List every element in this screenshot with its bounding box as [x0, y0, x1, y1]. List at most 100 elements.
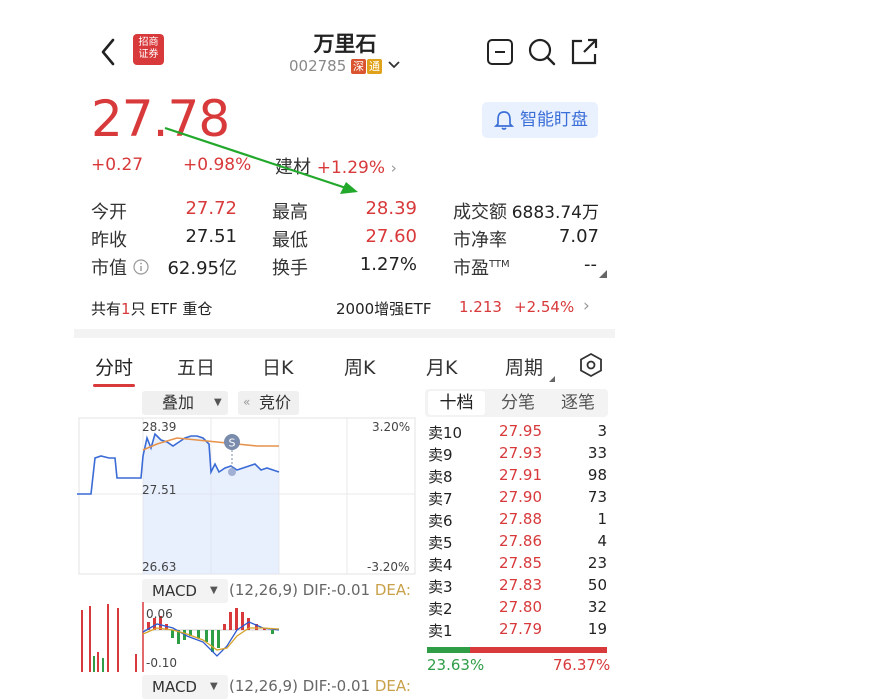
- macd-dropdown-secondary[interactable]: MACD ▼: [142, 675, 228, 699]
- share-icon: [571, 38, 598, 65]
- stock-title: 万里石: [313, 32, 377, 56]
- row-label: 卖4: [428, 556, 453, 574]
- auction-label: 竞价: [259, 393, 292, 412]
- etf-price: 1.213: [459, 298, 502, 316]
- chevron-down-icon: [388, 61, 400, 69]
- row-volume: 23: [587, 554, 607, 572]
- broker-logo-text: 招商证券: [138, 37, 159, 60]
- macd-bot-label: -0.10: [146, 656, 178, 670]
- chart-high-label: 28.39: [142, 420, 177, 434]
- row-label: 卖9: [428, 446, 453, 464]
- orderbook-row[interactable]: 卖8 27.91 98: [428, 466, 608, 487]
- tab-ten-levels-label: 十档: [439, 393, 474, 413]
- intraday-chart[interactable]: S: [77, 416, 417, 576]
- chart-settings-button[interactable]: [579, 352, 603, 382]
- turnover-rate-value: 1.27%: [359, 254, 417, 275]
- macd-dea: DEA:: [374, 677, 411, 695]
- etf-pct: +2.54%: [514, 298, 575, 316]
- etf-name: 2000增强ETF: [336, 300, 432, 318]
- tab-intraday[interactable]: 分时: [95, 353, 133, 380]
- tab-five-day[interactable]: 五日: [177, 353, 215, 380]
- volume-bars: [81, 604, 137, 672]
- pe-label: 市盈TTM: [453, 254, 510, 280]
- row-price: 27.88: [499, 510, 542, 528]
- tab-tick[interactable]: 分笔: [493, 391, 543, 415]
- market-cap-label-text: 市值: [91, 258, 127, 279]
- tab-period[interactable]: 周期: [505, 353, 543, 380]
- chart-low-label: 26.63: [142, 560, 177, 574]
- hexagon-settings-icon: [580, 352, 602, 378]
- row-label: 卖1: [428, 622, 453, 640]
- search-button[interactable]: [527, 37, 557, 71]
- connect-badge: 通: [367, 59, 383, 74]
- orderbook-row[interactable]: 卖5 27.86 4: [428, 532, 608, 553]
- orderbook-row[interactable]: 卖3 27.83 50: [428, 576, 608, 597]
- orderbook-row[interactable]: 卖6 27.88 1: [428, 510, 608, 531]
- chevron-right-icon: ›: [583, 296, 590, 316]
- overlay-dropdown[interactable]: 叠加 ▼: [142, 391, 228, 415]
- minus-box-icon: [487, 39, 513, 65]
- macd-params: (12,26,9): [229, 581, 298, 599]
- orderbook-tabs: 十档 分笔 逐笔: [425, 389, 608, 417]
- row-price: 27.85: [499, 554, 542, 572]
- auction-toggle[interactable]: « 竞价: [238, 391, 299, 415]
- tab-each-trade[interactable]: 逐笔: [553, 391, 603, 415]
- chart-pct-top-label: 3.20%: [372, 420, 411, 434]
- etf-holding-row[interactable]: 共有1只 ETF 重仓 2000增强ETF 1.213 +2.54% ›: [91, 296, 601, 320]
- row-price: 27.90: [499, 488, 542, 506]
- row-label: 卖2: [428, 600, 453, 618]
- macd-chart: [81, 602, 280, 672]
- sell-ratio-label: 76.37%: [553, 656, 611, 674]
- row-volume: 4: [597, 532, 607, 550]
- turnover-amount-value: 6883.74万: [511, 203, 599, 223]
- macd-dif: DIF:-0.01: [302, 581, 371, 599]
- row-price: 27.86: [499, 532, 542, 550]
- market-cap-value: 62.95亿: [167, 258, 237, 279]
- tab-weekly-k[interactable]: 周K: [344, 353, 375, 380]
- overlay-label: 叠加: [162, 393, 195, 412]
- smart-watch-button[interactable]: 智能盯盘: [482, 102, 598, 138]
- macd-top-label: 0.06: [146, 607, 173, 621]
- orderbook-row[interactable]: 卖7 27.90 73: [428, 488, 608, 509]
- orderbook-row[interactable]: 卖9 27.93 33: [428, 444, 608, 465]
- turnover-rate-label: 换手: [272, 258, 308, 279]
- tab-daily-k[interactable]: 日K: [262, 353, 293, 380]
- pe-value: --: [584, 254, 597, 275]
- market-cap-label[interactable]: 市值: [91, 254, 149, 280]
- back-button[interactable]: [96, 36, 120, 68]
- row-volume: 3: [597, 422, 607, 440]
- row-price: 27.80: [499, 598, 542, 616]
- share-button[interactable]: [569, 37, 599, 71]
- tab-ten-levels[interactable]: 十档: [428, 391, 485, 415]
- orderbook-row[interactable]: 卖2 27.80 32: [428, 598, 608, 619]
- macd-dif: DIF:-0.01: [302, 677, 371, 695]
- row-price: 27.83: [499, 576, 542, 594]
- search-icon: [528, 38, 556, 66]
- chart-mid-label: 27.51: [142, 483, 177, 497]
- orderbook-row[interactable]: 卖4 27.85 23: [428, 554, 608, 575]
- macd-dea: DEA:: [374, 581, 411, 599]
- row-label: 卖10: [428, 424, 463, 442]
- orderbook-row[interactable]: 卖1 27.79 19: [428, 620, 608, 641]
- chevron-left-icon: [101, 38, 115, 66]
- row-label: 卖8: [428, 468, 453, 486]
- etf-prefix: 共有: [91, 300, 122, 318]
- caret-down-icon: ▼: [210, 585, 218, 596]
- stock-code: 002785: [289, 57, 347, 75]
- bell-icon: [494, 111, 514, 130]
- row-label: 卖3: [428, 578, 453, 596]
- minus-box-button[interactable]: [486, 38, 514, 70]
- macd-dropdown[interactable]: MACD ▼: [142, 579, 228, 603]
- row-label: 卖7: [428, 490, 453, 508]
- turnover-amount-label: 成交额: [453, 202, 507, 223]
- row-volume: 1: [597, 510, 607, 528]
- sell-marker-text: S: [229, 437, 236, 450]
- buy-sell-ratio-bar: [427, 647, 607, 653]
- tab-monthly-k[interactable]: 月K: [426, 353, 457, 380]
- buy-ratio-label: 23.63%: [427, 656, 485, 674]
- stock-code-selector[interactable]: 002785 深通: [289, 57, 401, 75]
- pb-value: 7.07: [558, 226, 599, 247]
- orderbook-row[interactable]: 卖10 27.95 3: [428, 422, 608, 443]
- market-badge: 深: [351, 59, 367, 74]
- macd-params: (12,26,9): [229, 677, 298, 695]
